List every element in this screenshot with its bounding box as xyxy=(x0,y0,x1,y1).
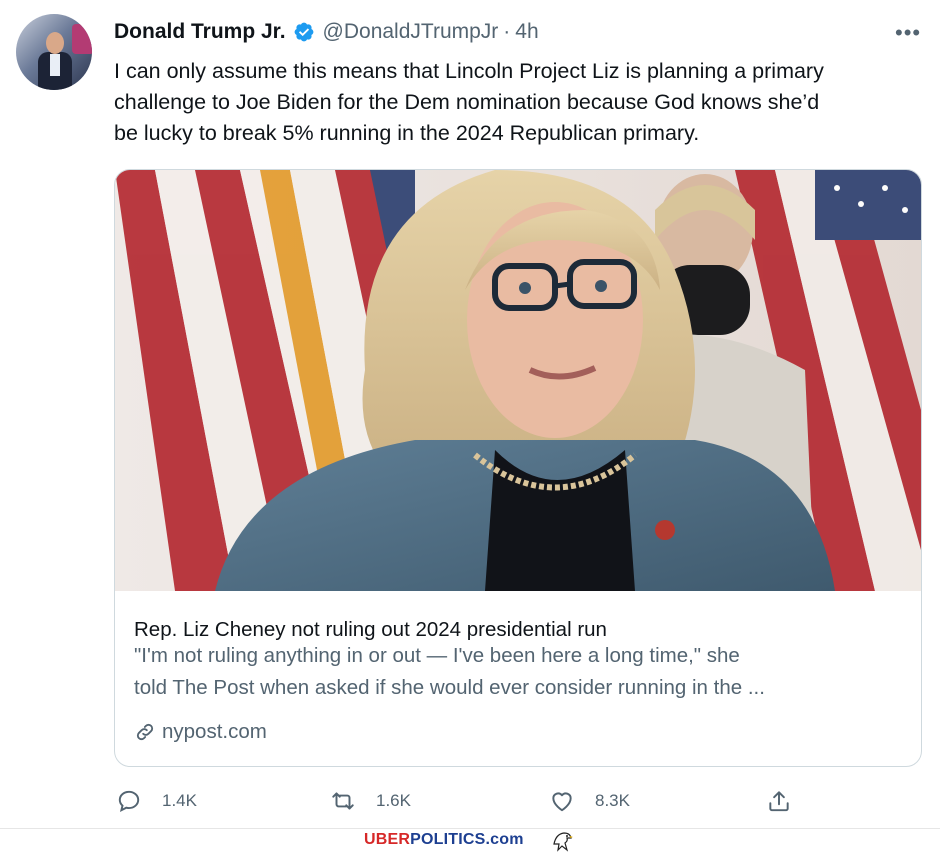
tweet-text-line: be lucky to break 5% running in the 2024… xyxy=(114,121,700,145)
share-button[interactable] xyxy=(766,788,792,814)
reply-count: 1.4K xyxy=(162,791,197,810)
card-photo[interactable] xyxy=(115,170,921,591)
link-icon xyxy=(136,723,154,741)
tweet-text: I can only assume this means that Lincol… xyxy=(114,56,914,149)
watermark-part-1: UBER xyxy=(364,831,411,848)
card-description-line: told The Post when asked if she would ev… xyxy=(134,676,765,699)
tweet-actions: 1.4K 1.6K 8.3K xyxy=(0,788,940,818)
retweet-button[interactable]: 1.6K xyxy=(330,788,411,814)
avatar[interactable] xyxy=(16,14,92,90)
retweet-icon xyxy=(332,792,354,810)
tweet-text-line: I can only assume this means that Lincol… xyxy=(114,59,824,83)
more-options-icon[interactable]: ••• xyxy=(895,20,921,46)
like-button[interactable]: 8.3K xyxy=(549,788,630,814)
tweet: Donald Trump Jr. @DonaldJTrumpJr · 4h ••… xyxy=(0,0,940,829)
reply-icon xyxy=(118,790,140,813)
author-name[interactable]: Donald Trump Jr. xyxy=(114,20,286,44)
card-photo-illustration xyxy=(115,170,921,591)
reply-button[interactable]: 1.4K xyxy=(116,788,197,814)
avatar-collar xyxy=(50,54,60,76)
tweet-header: Donald Trump Jr. @DonaldJTrumpJr · 4h xyxy=(114,18,539,46)
card-domain-text: nypost.com xyxy=(162,720,267,743)
card-title[interactable]: Rep. Liz Cheney not ruling out 2024 pres… xyxy=(134,618,607,642)
retweet-count: 1.6K xyxy=(376,791,411,810)
watermark-brand[interactable]: UBERPOLITICS.com xyxy=(364,831,524,849)
tweet-text-line: challenge to Joe Biden for the Dem nomin… xyxy=(114,90,820,114)
watermark-part-2: POLITICS xyxy=(410,831,486,848)
eagle-icon xyxy=(553,832,573,852)
header-separator: · xyxy=(503,20,511,43)
verified-badge-icon xyxy=(294,22,313,42)
watermark-bar: UBERPOLITICS.com xyxy=(0,829,940,854)
link-preview-card[interactable]: Rep. Liz Cheney not ruling out 2024 pres… xyxy=(114,169,922,767)
card-body[interactable]: Rep. Liz Cheney not ruling out 2024 pres… xyxy=(115,591,921,766)
card-description-line: "I'm not ruling anything in or out — I'v… xyxy=(134,644,740,667)
avatar-head xyxy=(46,32,64,54)
card-description: "I'm not ruling anything in or out — I'v… xyxy=(134,644,904,704)
author-handle[interactable]: @DonaldJTrumpJr xyxy=(323,20,499,44)
like-icon xyxy=(552,792,572,812)
watermark-part-3: .com xyxy=(485,831,524,848)
share-icon xyxy=(769,791,789,812)
tweet-timestamp[interactable]: 4h xyxy=(515,20,538,44)
like-count: 8.3K xyxy=(595,791,630,810)
avatar-background xyxy=(72,24,92,54)
card-domain[interactable]: nypost.com xyxy=(134,720,267,744)
